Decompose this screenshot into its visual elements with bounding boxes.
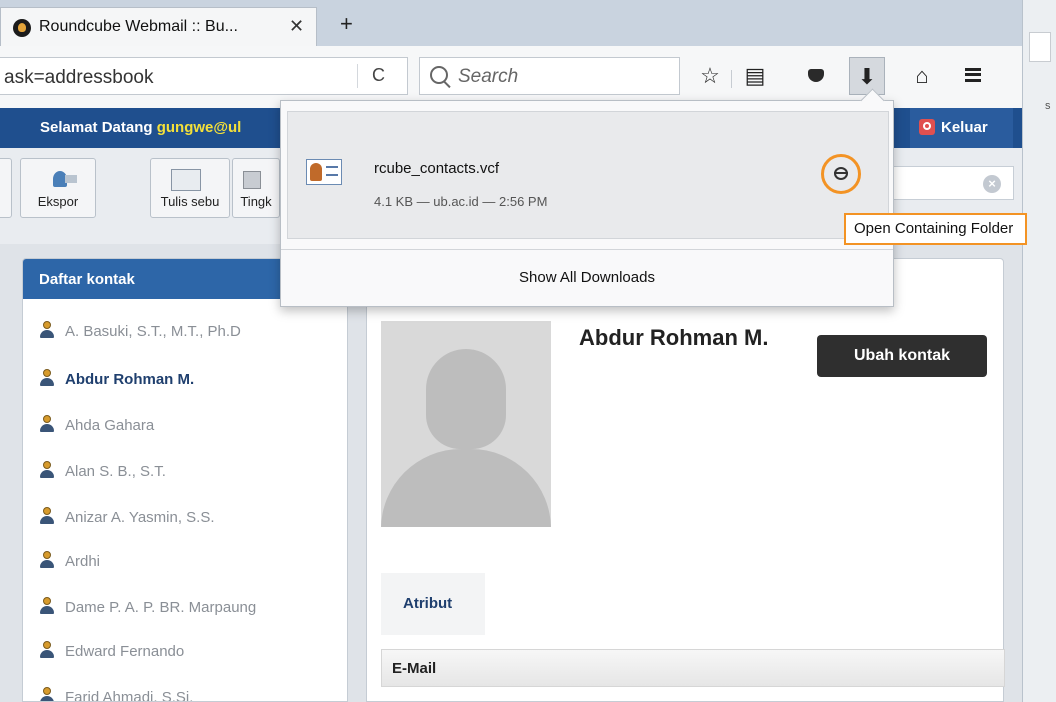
toolbar-button-partial[interactable] [0,158,12,218]
contact-name: Dame P. A. P. BR. Marpaung [65,599,257,616]
open-containing-folder-button[interactable] [821,154,861,194]
clear-search-icon[interactable]: × [983,175,1001,193]
person-icon [39,507,55,525]
logout-label: Keluar [941,119,988,136]
person-icon [39,597,55,615]
edit-contact-button[interactable]: Ubah kontak [817,335,987,377]
username: gungwe@ul [156,119,242,136]
contact-item-selected[interactable]: Abdur Rohman M. [39,369,194,391]
contact-item[interactable]: Anizar A. Yasmin, S.S. [39,507,215,529]
keyboard-icon [243,171,261,189]
person-icon [39,551,55,569]
contact-item[interactable]: Farid Ahmadi, S.Si. [39,687,194,702]
tab-strip: Roundcube Webmail :: Bu... ✕ + [0,0,1022,46]
show-all-downloads-button[interactable]: Show All Downloads [281,269,893,286]
home-icon[interactable]: ⌂ [904,57,940,95]
contact-name: Alan S. B., S.T. [65,463,166,480]
email-section-header: E-Mail [381,649,1005,687]
person-icon [39,415,55,433]
welcome-prefix: Selamat Datang [40,119,153,136]
contact-photo-placeholder [381,321,551,527]
folder-icon [834,167,848,180]
export-label: Ekspor [37,194,79,209]
contact-name: Edward Fernando [65,643,185,660]
pocket-icon[interactable] [798,57,834,95]
download-filename: rcube_contacts.vcf [374,160,500,177]
menu-icon[interactable] [955,57,991,95]
url-text: ask=addressbook [4,67,154,88]
contact-item[interactable]: Dame P. A. P. BR. Marpaung [39,597,256,619]
star-icon[interactable]: ☆ [692,57,728,95]
contact-name: Farid Ahmadi, S.Si. [65,689,194,702]
person-icon [39,321,55,339]
new-tab-button[interactable]: + [340,11,353,37]
contact-item[interactable]: Ardhi [39,551,100,573]
contact-name: Ahda Gahara [65,417,155,434]
toolbar-divider [731,70,732,88]
contact-item[interactable]: Alan S. B., S.T. [39,461,166,483]
contact-display-name: Abdur Rohman M. [579,325,769,350]
download-item[interactable]: rcube_contacts.vcf 4.1 KB — ub.ac.id — 2… [287,111,889,239]
search-input[interactable]: Search [419,57,680,95]
person-icon [39,461,55,479]
vcard-file-icon [306,159,342,185]
compose-button[interactable]: Tulis sebu [150,158,230,218]
search-icon [430,66,448,84]
contact-item[interactable]: Edward Fernando [39,641,184,663]
advanced-button[interactable]: Tingk [232,158,280,218]
export-button[interactable]: Ekspor [20,158,96,218]
popup-divider [281,249,893,250]
person-icon [39,369,55,387]
contact-item[interactable]: Ahda Gahara [39,415,154,437]
silhouette-body [381,449,551,527]
compose-mail-icon [171,169,201,191]
background-window-item [1029,32,1051,62]
reload-icon[interactable]: C [372,65,385,86]
power-icon [919,119,935,135]
advanced-label: Tingk [240,194,272,209]
url-divider [357,64,358,88]
silhouette-head [426,349,506,449]
download-meta: 4.1 KB — ub.ac.id — 2:56 PM [374,194,548,209]
tab-attributes[interactable]: Atribut [381,573,485,635]
pocket-shape [808,69,824,82]
contact-name: A. Basuki, S.T., M.T., Ph.D [65,323,241,340]
reader-icon[interactable]: ▤ [737,57,773,95]
contact-item[interactable]: A. Basuki, S.T., M.T., Ph.D [39,321,241,343]
downloads-panel: rcube_contacts.vcf 4.1 KB — ub.ac.id — 2… [280,88,894,307]
compose-label: Tulis sebu [160,194,220,209]
menu-bars [965,68,981,82]
contacts-list-panel: Daftar kontak A. Basuki, S.T., M.T., Ph.… [22,258,348,702]
search-placeholder: Search [458,66,519,87]
site-favicon-icon [13,19,31,37]
open-folder-tooltip: Open Containing Folder [844,213,1027,245]
contacts-list-title: Daftar kontak [39,271,135,288]
browser-tab[interactable]: Roundcube Webmail :: Bu... ✕ [0,7,317,46]
welcome-text: Selamat Datang gungwe@ul [40,119,241,136]
close-tab-icon[interactable]: ✕ [289,16,304,37]
contact-name: Anizar A. Yasmin, S.S. [65,509,215,526]
person-icon [39,687,55,701]
logout-button[interactable]: Keluar [910,108,1013,148]
contact-details-panel: Abdur Rohman M. Ubah kontak Atribut E-Ma… [366,258,1005,702]
url-bar[interactable]: ask=addressbook C [0,57,408,95]
right-window-edge: s [1022,0,1056,702]
download-icon[interactable]: ⬇ [849,57,885,95]
person-icon [39,641,55,659]
export-icon [51,169,79,189]
background-window-text: s [1045,100,1051,112]
quick-search-input[interactable]: × [890,166,1014,200]
contact-name: Abdur Rohman M. [65,371,195,388]
tab-title: Roundcube Webmail :: Bu... [39,18,238,35]
contact-name: Ardhi [65,553,101,570]
